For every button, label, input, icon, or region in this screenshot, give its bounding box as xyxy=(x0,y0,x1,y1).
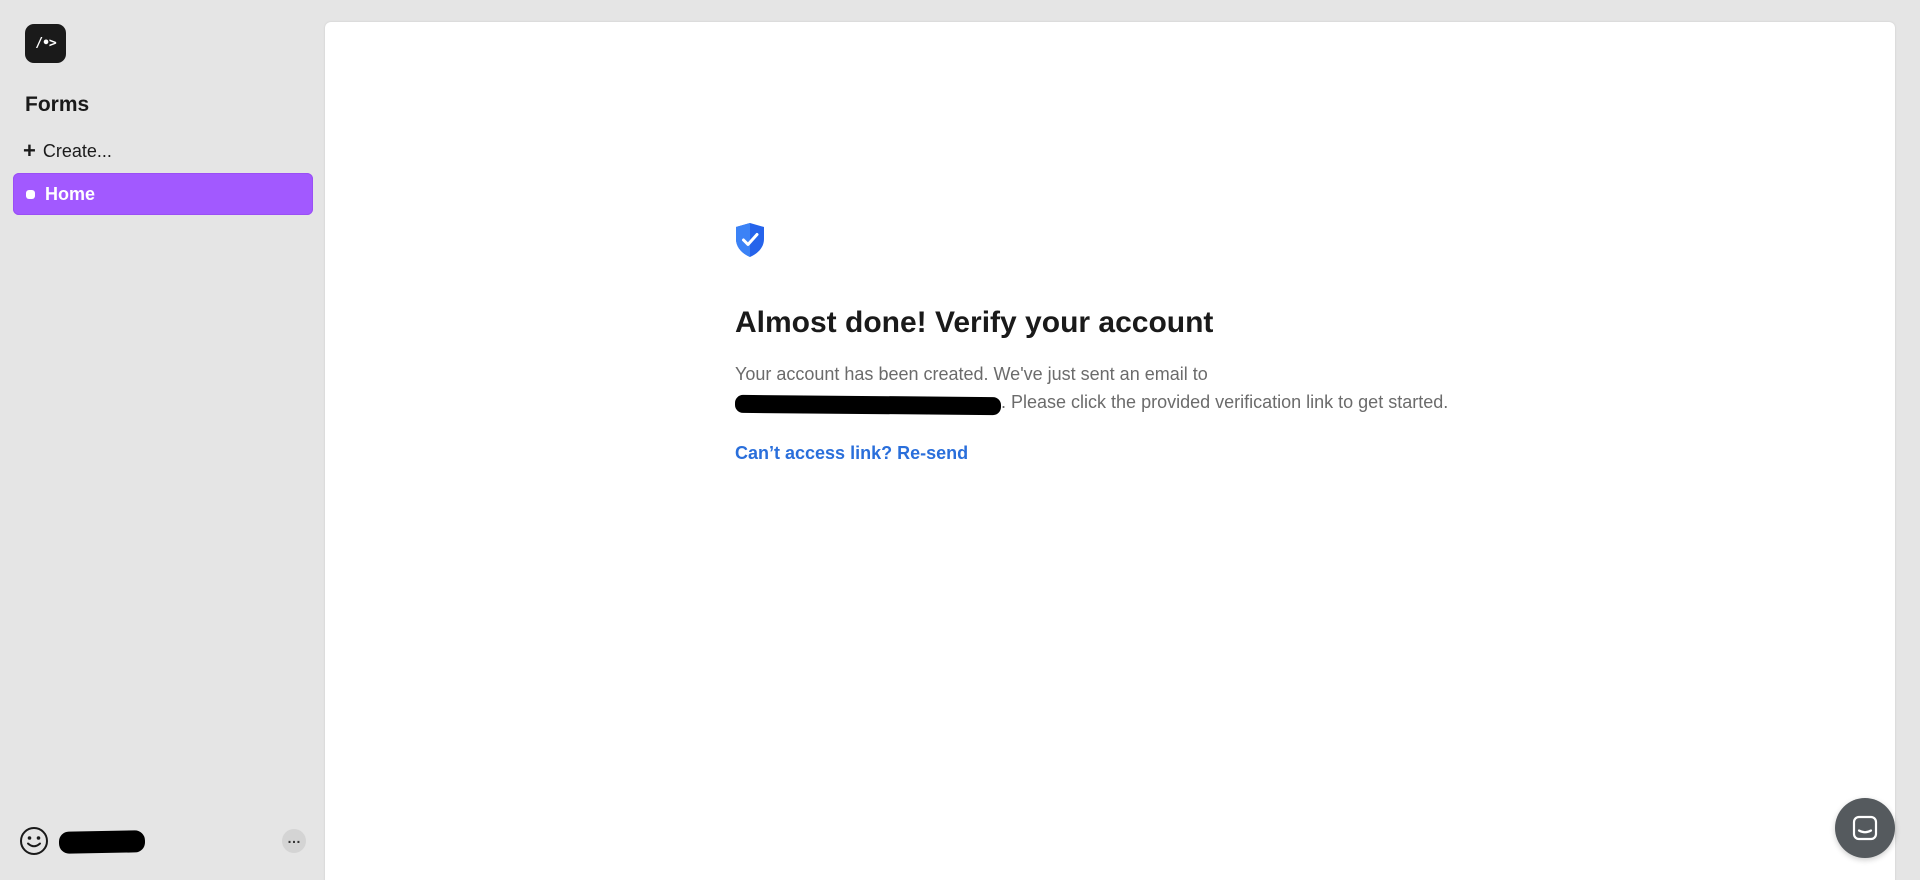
email-redacted xyxy=(734,394,1002,416)
user-menu: … xyxy=(19,826,309,856)
shield-check-icon xyxy=(736,223,764,257)
create-button[interactable]: + Create... xyxy=(23,138,112,164)
create-label: Create... xyxy=(42,140,112,161)
chat-icon xyxy=(1852,815,1878,841)
sidebar-item-home[interactable]: Home xyxy=(13,173,313,215)
smiley-icon[interactable] xyxy=(19,826,49,856)
ellipsis-icon[interactable]: … xyxy=(282,829,306,853)
resend-link[interactable]: Can’t access link? Re-send xyxy=(735,443,968,464)
description-line-2-wrapper: . Please click the provided verification… xyxy=(734,388,1515,416)
sidebar-heading: Forms xyxy=(25,93,90,116)
app: /•> Forms + Create... Home … Almost done… xyxy=(0,0,1920,880)
description-line-1: Your account has been created. We've jus… xyxy=(735,364,1208,384)
sidebar: /•> Forms + Create... Home … xyxy=(0,0,325,880)
home-dot-icon xyxy=(26,189,35,199)
user-name-redacted xyxy=(58,830,146,854)
verify-description: Your account has been created. We've jus… xyxy=(734,360,1515,416)
app-logo[interactable]: /•> xyxy=(25,24,66,63)
main-panel: Almost done! Verify your account Your ac… xyxy=(325,22,1895,880)
page-title: Almost done! Verify your account xyxy=(735,306,1214,339)
plus-icon: + xyxy=(23,138,36,163)
sidebar-item-label: Home xyxy=(45,183,96,204)
chat-launcher-button[interactable] xyxy=(1835,798,1895,858)
description-line-2: . Please click the provided verification… xyxy=(1001,392,1449,412)
